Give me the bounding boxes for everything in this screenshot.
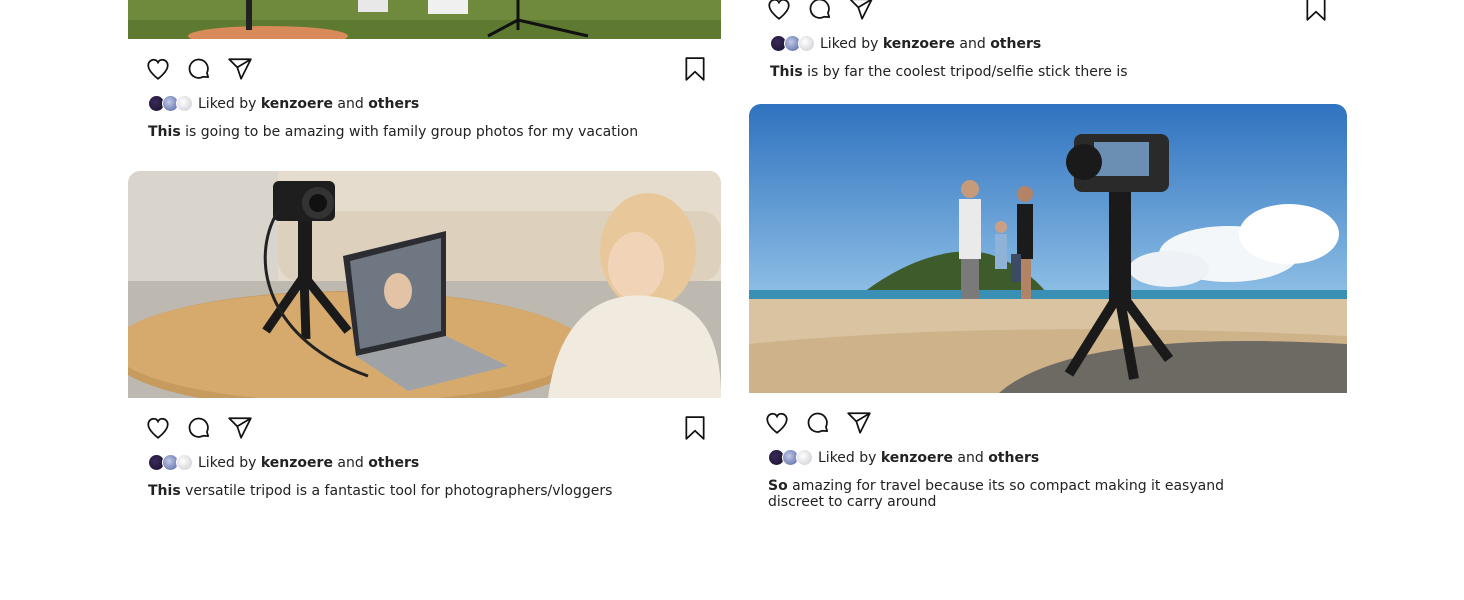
post-caption: This versatile tripod is a fantastic too…	[148, 483, 708, 499]
post-photo-family-tripod	[128, 0, 721, 39]
caption-text: amazing for travel because its so compac…	[768, 478, 1224, 510]
heart-icon[interactable]	[145, 56, 171, 82]
caption-text: is by far the coolest tripod/selfie stic…	[807, 64, 1128, 80]
post-actions	[766, 0, 1329, 26]
post-actions	[764, 410, 1327, 440]
bookmark-icon[interactable]	[682, 415, 708, 441]
post-caption: This is by far the coolest tripod/selfie…	[770, 64, 1330, 80]
share-icon[interactable]	[846, 410, 872, 436]
heart-icon[interactable]	[764, 410, 790, 436]
liker-avatars	[148, 454, 194, 472]
liked-others-link[interactable]: others	[368, 96, 419, 112]
bookmark-icon[interactable]	[1303, 0, 1329, 22]
caption-lead: This	[148, 124, 181, 140]
share-icon[interactable]	[227, 56, 253, 82]
liker-avatars	[768, 449, 814, 467]
caption-text: is going to be amazing with family group…	[185, 124, 639, 140]
heart-icon[interactable]	[766, 0, 792, 22]
post-photo-laptop-tripod	[128, 171, 721, 398]
liked-by-row: Liked by kenzoere and others	[148, 453, 419, 473]
liked-by-label: Liked by	[820, 36, 879, 52]
comment-icon[interactable]	[186, 415, 212, 441]
share-icon[interactable]	[848, 0, 874, 22]
caption-lead: So	[768, 478, 788, 494]
avatar	[176, 454, 193, 471]
avatar	[796, 449, 813, 466]
share-icon[interactable]	[227, 415, 253, 441]
liked-by-row: Liked by kenzoere and others	[768, 448, 1039, 468]
post-caption: So amazing for travel because its so com…	[768, 478, 1268, 510]
liked-by-label: Liked by	[198, 96, 257, 112]
liked-by-row: Liked by kenzoere and others	[770, 34, 1041, 54]
post-caption: This is going to be amazing with family …	[148, 124, 708, 140]
liked-and-label: and	[337, 455, 364, 471]
caption-lead: This	[148, 483, 181, 499]
post-photo-beach-tripod	[749, 104, 1347, 393]
liked-by-label: Liked by	[818, 450, 877, 466]
liked-and-label: and	[959, 36, 986, 52]
comment-icon[interactable]	[807, 0, 833, 22]
liker-username[interactable]: kenzoere	[883, 36, 955, 52]
liked-and-label: and	[337, 96, 364, 112]
liked-by-label: Liked by	[198, 455, 257, 471]
heart-icon[interactable]	[145, 415, 171, 441]
post-actions	[145, 415, 708, 445]
avatar	[176, 95, 193, 112]
liker-username[interactable]: kenzoere	[881, 450, 953, 466]
comment-icon[interactable]	[805, 410, 831, 436]
comment-icon[interactable]	[186, 56, 212, 82]
bookmark-icon[interactable]	[682, 56, 708, 82]
liked-and-label: and	[957, 450, 984, 466]
caption-lead: This	[770, 64, 803, 80]
liked-others-link[interactable]: others	[990, 36, 1041, 52]
liker-avatars	[770, 35, 816, 53]
liked-others-link[interactable]: others	[368, 455, 419, 471]
avatar	[798, 35, 815, 52]
post-actions	[145, 56, 708, 86]
liked-by-row: Liked by kenzoere and others	[148, 94, 419, 114]
liker-username[interactable]: kenzoere	[261, 96, 333, 112]
liker-avatars	[148, 95, 194, 113]
caption-text: versatile tripod is a fantastic tool for…	[185, 483, 613, 499]
liker-username[interactable]: kenzoere	[261, 455, 333, 471]
liked-others-link[interactable]: others	[988, 450, 1039, 466]
